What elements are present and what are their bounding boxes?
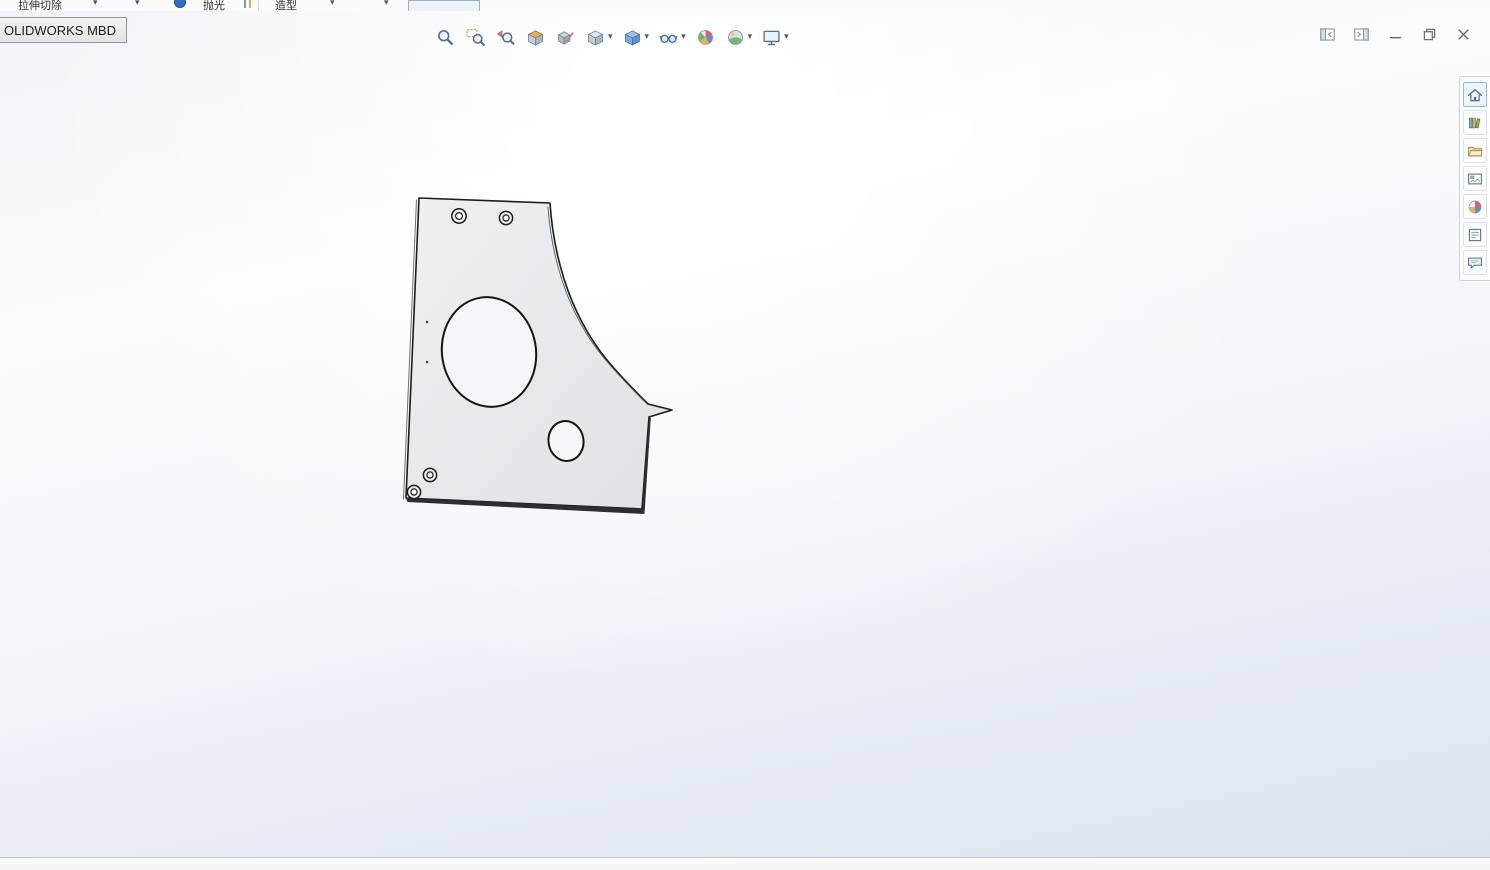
dropdown-chevron-icon[interactable]: ▾ <box>384 0 389 8</box>
graphics-viewport[interactable] <box>0 11 1490 857</box>
dropdown-chevron-icon[interactable]: ▾ <box>681 32 686 42</box>
display-style-button[interactable]: ▾ <box>619 22 653 52</box>
appearances-icon <box>1466 198 1484 216</box>
display-style-icon <box>622 27 643 48</box>
custom-properties-button[interactable] <box>1463 222 1487 247</box>
pane-preview-right-button[interactable] <box>1351 24 1372 45</box>
zoom-to-fit-button[interactable] <box>432 22 459 52</box>
tab-solidworks-mbd-label: OLIDWORKS MBD <box>4 22 116 38</box>
appearances-button[interactable] <box>1463 194 1487 219</box>
forum-icon <box>1466 254 1484 272</box>
design-library-icon <box>1466 114 1484 132</box>
toolbar-separator <box>258 0 259 11</box>
solidworks-window: 拉伸切除 ▾ ▾ 抛光 造型 ▾ ▾ OLIDWORKS MBD ▾ ▾ ▾ ▾… <box>0 0 1490 870</box>
dropdown-chevron-icon[interactable]: ▾ <box>608 32 613 42</box>
task-pane-tabs <box>1459 76 1490 281</box>
apply-scene-button[interactable]: ▾ <box>722 22 756 52</box>
restore-button[interactable] <box>1419 24 1440 45</box>
close-icon <box>1454 25 1473 44</box>
dynamic-annotation-views-button[interactable] <box>552 22 579 52</box>
status-bar <box>0 857 1490 870</box>
heads-up-toolbar: ▾ ▾ ▾ ▾ ▾ <box>432 22 792 52</box>
pane-preview-left-icon <box>1318 25 1337 44</box>
view-orientation-icon <box>585 27 606 48</box>
section-view-icon <box>525 27 546 48</box>
active-command-button[interactable] <box>408 0 480 11</box>
design-library-button[interactable] <box>1463 110 1487 135</box>
command-style[interactable]: 造型 <box>275 0 297 11</box>
file-explorer-icon <box>1466 142 1484 160</box>
file-explorer-button[interactable] <box>1463 138 1487 163</box>
toolbar-fragment-icon[interactable] <box>241 0 255 9</box>
feature-sphere-icon[interactable] <box>173 0 187 9</box>
minimize-button[interactable] <box>1385 24 1406 45</box>
zoom-to-area-icon <box>465 27 486 48</box>
zoom-to-area-button[interactable] <box>462 22 489 52</box>
home-button[interactable] <box>1463 82 1487 107</box>
command-manager-strip: 拉伸切除 ▾ ▾ 抛光 造型 ▾ ▾ <box>0 0 1490 11</box>
previous-view-icon <box>495 27 516 48</box>
dropdown-chevron-icon[interactable]: ▾ <box>784 32 789 42</box>
hide-show-items-button[interactable]: ▾ <box>655 22 689 52</box>
dropdown-chevron-icon[interactable]: ▾ <box>645 32 650 42</box>
hide-show-items-icon <box>658 27 679 48</box>
previous-view-button[interactable] <box>492 22 519 52</box>
custom-properties-icon <box>1466 226 1484 244</box>
dropdown-chevron-icon[interactable]: ▾ <box>330 0 335 8</box>
zoom-to-fit-icon <box>435 27 456 48</box>
view-palette-icon <box>1466 170 1484 188</box>
section-view-button[interactable] <box>522 22 549 52</box>
edit-appearance-button[interactable] <box>692 22 719 52</box>
restore-icon <box>1420 25 1439 44</box>
view-palette-button[interactable] <box>1463 166 1487 191</box>
command-extruded-cut[interactable]: 拉伸切除 <box>18 0 62 11</box>
pane-preview-right-icon <box>1352 25 1371 44</box>
forum-button[interactable] <box>1463 250 1487 275</box>
view-settings-icon <box>761 27 782 48</box>
dynamic-annotation-views-icon <box>555 27 576 48</box>
apply-scene-icon <box>725 27 746 48</box>
close-button[interactable] <box>1453 24 1474 45</box>
dropdown-chevron-icon[interactable]: ▾ <box>93 0 98 8</box>
home-icon <box>1466 86 1484 104</box>
window-controls <box>1317 24 1474 45</box>
dropdown-chevron-icon[interactable]: ▾ <box>748 32 753 42</box>
tab-solidworks-mbd[interactable]: OLIDWORKS MBD <box>0 17 127 43</box>
command-polish[interactable]: 抛光 <box>203 0 225 11</box>
minimize-icon <box>1386 25 1405 44</box>
pane-preview-left-button[interactable] <box>1317 24 1338 45</box>
edit-appearance-icon <box>695 27 716 48</box>
view-orientation-button[interactable]: ▾ <box>582 22 616 52</box>
view-settings-button[interactable]: ▾ <box>758 22 792 52</box>
dropdown-chevron-icon[interactable]: ▾ <box>135 0 140 8</box>
